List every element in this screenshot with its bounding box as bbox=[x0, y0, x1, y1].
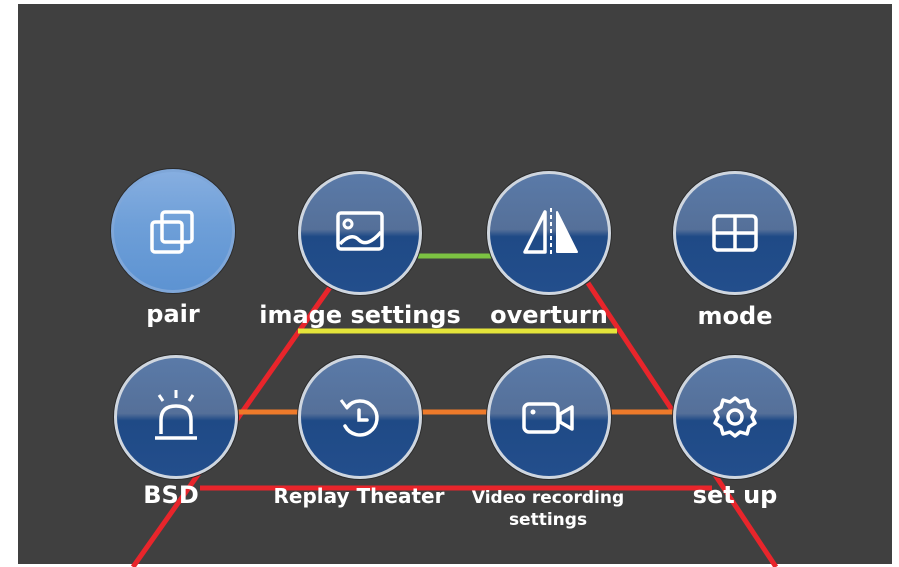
bsd-label: BSD bbox=[143, 481, 199, 509]
replay-clock-icon bbox=[339, 399, 379, 437]
pair-button[interactable] bbox=[111, 169, 235, 293]
set-up-button[interactable] bbox=[673, 355, 797, 479]
image-icon bbox=[336, 211, 384, 251]
overturn-label: overturn bbox=[490, 301, 608, 329]
set-up-label: set up bbox=[692, 481, 778, 509]
overturn-icon bbox=[523, 208, 578, 256]
bsd-button[interactable] bbox=[114, 355, 238, 479]
overturn-button[interactable] bbox=[487, 171, 611, 295]
gear-icon bbox=[713, 396, 757, 438]
mode-label: mode bbox=[697, 302, 773, 330]
video-recording-settings-label-line2: settings bbox=[508, 510, 588, 530]
replay-theater-button[interactable] bbox=[298, 355, 422, 479]
video-recording-settings-label-line1: Video recording bbox=[471, 488, 625, 508]
image-settings-label: image settings bbox=[259, 301, 461, 329]
pair-icon bbox=[150, 210, 194, 254]
image-settings-button[interactable] bbox=[298, 171, 422, 295]
video-recording-settings-label: Video recording settings bbox=[462, 487, 634, 531]
video-recording-settings-button[interactable] bbox=[487, 355, 611, 479]
grid-icon bbox=[712, 214, 758, 252]
video-camera-icon bbox=[522, 402, 574, 434]
replay-theater-label: Replay Theater bbox=[273, 484, 445, 508]
mode-button[interactable] bbox=[673, 171, 797, 295]
pair-label: pair bbox=[146, 300, 200, 328]
alarm-light-icon bbox=[155, 390, 197, 440]
